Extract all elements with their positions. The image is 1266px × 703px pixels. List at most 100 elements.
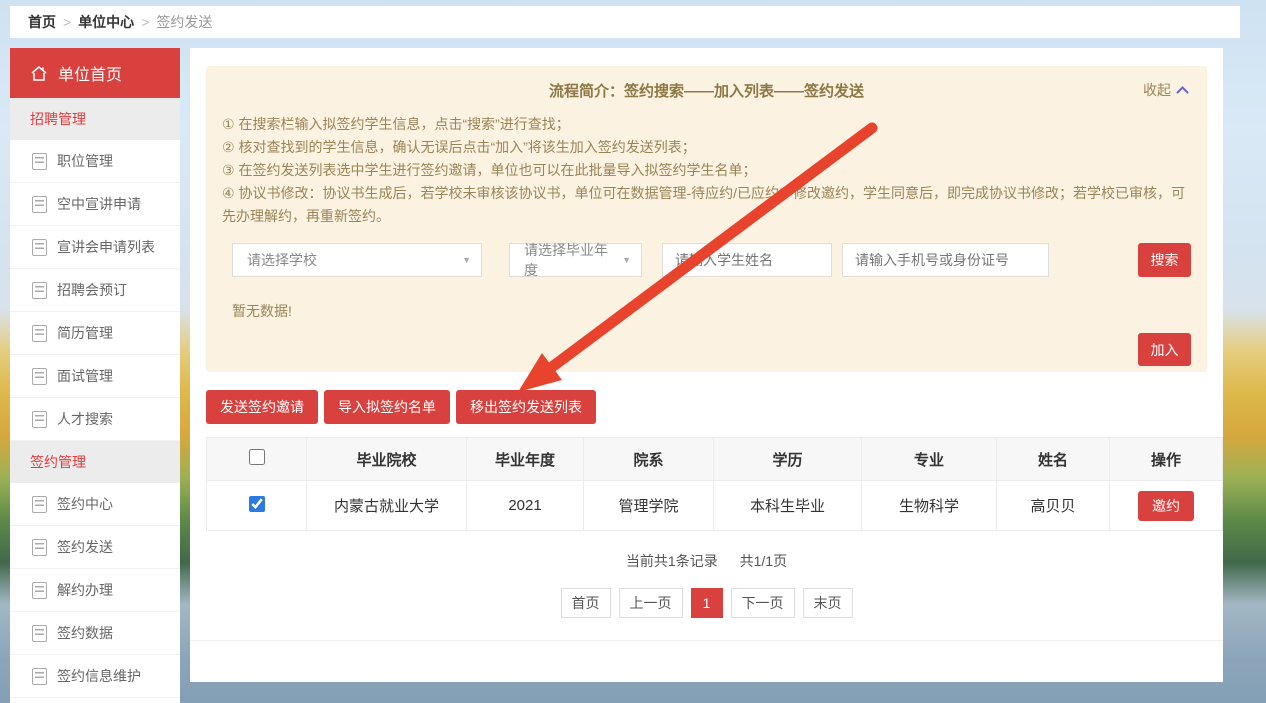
breadcrumb-item-home[interactable]: 首页: [28, 12, 56, 32]
chevron-down-icon: ▼: [462, 255, 471, 265]
intro-step-1: ① 在搜索栏输入拟签约学生信息，点击“搜索”进行查找；: [222, 113, 1191, 136]
breadcrumb-separator: >: [141, 14, 149, 30]
sidebar-item-presentation-apply-list[interactable]: 宣讲会申请列表: [10, 226, 180, 269]
table-row: 内蒙古就业大学 2021 管理学院 本科生毕业 生物科学 高贝贝 邀约: [207, 481, 1223, 531]
select-all-checkbox[interactable]: [249, 449, 265, 465]
breadcrumb-current-page: 签约发送: [156, 12, 212, 32]
document-icon: [32, 668, 47, 685]
sidebar-item-signing-center[interactable]: 签约中心: [10, 483, 180, 526]
sidebar-section-signing: 签约管理: [10, 441, 180, 483]
record-count: 当前共1条记录: [626, 553, 718, 569]
sidebar-item-label: 人才搜索: [57, 409, 113, 429]
sidebar-item-interview-management[interactable]: 面试管理: [10, 355, 180, 398]
breadcrumb-item-unit-center[interactable]: 单位中心: [78, 12, 134, 32]
document-icon: [32, 368, 47, 385]
header-year: 毕业年度: [467, 438, 584, 481]
header-school: 毕业院校: [307, 438, 467, 481]
search-button[interactable]: 搜索: [1138, 243, 1191, 277]
document-icon: [32, 153, 47, 170]
document-icon: [32, 411, 47, 428]
cell-major: 生物科学: [862, 481, 997, 531]
invite-button[interactable]: 邀约: [1138, 491, 1194, 521]
intro-steps: ① 在搜索栏输入拟签约学生信息，点击“搜索”进行查找； ② 核对查找到的学生信息…: [222, 113, 1191, 228]
search-form: 请选择学校 ▼ 请选择毕业年度 ▼ 搜索: [222, 243, 1191, 277]
action-buttons: 发送签约邀请 导入拟签约名单 移出签约发送列表: [206, 390, 596, 424]
bottom-divider: [190, 640, 1223, 641]
sidebar-item-label: 签约数据: [57, 623, 113, 643]
intro-step-4: ④ 协议书修改：协议书生成后，若学校未审核该协议书，单位可在数据管理-待应约/已…: [222, 182, 1191, 228]
sidebar-item-signing-send[interactable]: 签约发送: [10, 526, 180, 569]
row-checkbox[interactable]: [249, 496, 265, 512]
sidebar-header-unit-home[interactable]: 单位首页: [10, 48, 180, 98]
pagination-summary: 当前共1条记录 共1/1页: [190, 551, 1223, 571]
graduation-year-select[interactable]: 请选择毕业年度 ▼: [509, 243, 642, 277]
sidebar-item-resume-management[interactable]: 简历管理: [10, 312, 180, 355]
main-content: 流程简介：签约搜索——加入列表——签约发送 收起 ① 在搜索栏输入拟签约学生信息…: [190, 48, 1223, 682]
sidebar-section-recruitment: 招聘管理: [10, 98, 180, 140]
sidebar-item-label: 职位管理: [57, 151, 113, 171]
cell-department: 管理学院: [584, 481, 714, 531]
page-count: 共1/1页: [740, 553, 787, 569]
document-icon: [32, 325, 47, 342]
student-name-input[interactable]: [662, 243, 832, 277]
intro-panel: 流程简介：签约搜索——加入列表——签约发送 收起 ① 在搜索栏输入拟签约学生信息…: [206, 66, 1207, 372]
join-button[interactable]: 加入: [1138, 333, 1191, 366]
document-icon: [32, 539, 47, 556]
document-icon: [32, 582, 47, 599]
sidebar-item-label: 解约办理: [57, 580, 113, 600]
sidebar: 单位首页 招聘管理 职位管理 空中宣讲申请 宣讲会申请列表 招聘会预订 简历管理…: [10, 48, 180, 703]
page-prev-button[interactable]: 上一页: [619, 588, 683, 618]
empty-data-text: 暂无数据!: [222, 301, 1191, 321]
sidebar-item-label: 招聘会预订: [57, 280, 127, 300]
sidebar-item-signing-data[interactable]: 签约数据: [10, 612, 180, 655]
import-list-button[interactable]: 导入拟签约名单: [324, 390, 450, 424]
header-action: 操作: [1110, 438, 1223, 481]
collapse-button[interactable]: 收起: [1143, 80, 1189, 100]
table-header-row: 毕业院校 毕业年度 院系 学历 专业 姓名 操作: [207, 438, 1223, 481]
chevron-down-icon: ▼: [622, 255, 631, 265]
send-invite-button[interactable]: 发送签约邀请: [206, 390, 318, 424]
sidebar-item-signing-info-maintenance[interactable]: 签约信息维护: [10, 655, 180, 698]
document-icon: [32, 239, 47, 256]
sidebar-item-talent-search[interactable]: 人才搜索: [10, 398, 180, 441]
page-first-button[interactable]: 首页: [561, 588, 611, 618]
cell-degree: 本科生毕业: [714, 481, 862, 531]
intro-step-2: ② 核对查找到的学生信息，确认无误后点击“加入”将该生加入签约发送列表；: [222, 136, 1191, 159]
header-degree: 学历: [714, 438, 862, 481]
remove-from-list-button[interactable]: 移出签约发送列表: [456, 390, 596, 424]
header-major: 专业: [862, 438, 997, 481]
school-select-value: 请选择学校: [247, 250, 317, 270]
home-icon: [30, 65, 48, 82]
sidebar-item-label: 面试管理: [57, 366, 113, 386]
breadcrumb-separator: >: [63, 14, 71, 30]
intro-step-3: ③ 在签约发送列表选中学生进行签约邀请，单位也可以在此批量导入拟签约学生名单；: [222, 159, 1191, 182]
document-icon: [32, 625, 47, 642]
document-icon: [32, 196, 47, 213]
page-next-button[interactable]: 下一页: [731, 588, 795, 618]
cell-school: 内蒙古就业大学: [307, 481, 467, 531]
cell-year: 2021: [467, 481, 584, 531]
document-icon: [32, 282, 47, 299]
cell-name: 高贝贝: [997, 481, 1110, 531]
header-name: 姓名: [997, 438, 1110, 481]
phone-id-input[interactable]: [842, 243, 1049, 277]
sidebar-item-label: 签约信息维护: [57, 666, 141, 686]
sidebar-item-job-fair-booking[interactable]: 招聘会预订: [10, 269, 180, 312]
intro-title: 流程简介：签约搜索——加入列表——签约发送: [222, 80, 1191, 101]
page-current-button[interactable]: 1: [691, 588, 723, 618]
sidebar-item-position-management[interactable]: 职位管理: [10, 140, 180, 183]
chevron-up-icon: [1176, 86, 1189, 94]
sidebar-item-label: 简历管理: [57, 323, 113, 343]
sidebar-item-termination[interactable]: 解约办理: [10, 569, 180, 612]
sidebar-item-air-presentation-apply[interactable]: 空中宣讲申请: [10, 183, 180, 226]
school-select[interactable]: 请选择学校 ▼: [232, 243, 482, 277]
breadcrumb: 首页 > 单位中心 > 签约发送: [10, 6, 1240, 38]
signing-send-table: 毕业院校 毕业年度 院系 学历 专业 姓名 操作 内蒙古就业大学 2021 管理…: [206, 437, 1223, 531]
sidebar-item-label: 签约发送: [57, 537, 113, 557]
pagination: 首页 上一页 1 下一页 末页: [190, 588, 1223, 618]
year-select-value: 请选择毕业年度: [524, 240, 614, 280]
page-last-button[interactable]: 末页: [803, 588, 853, 618]
sidebar-item-label: 宣讲会申请列表: [57, 237, 155, 257]
sidebar-header-label: 单位首页: [58, 61, 122, 85]
collapse-label: 收起: [1143, 80, 1171, 100]
